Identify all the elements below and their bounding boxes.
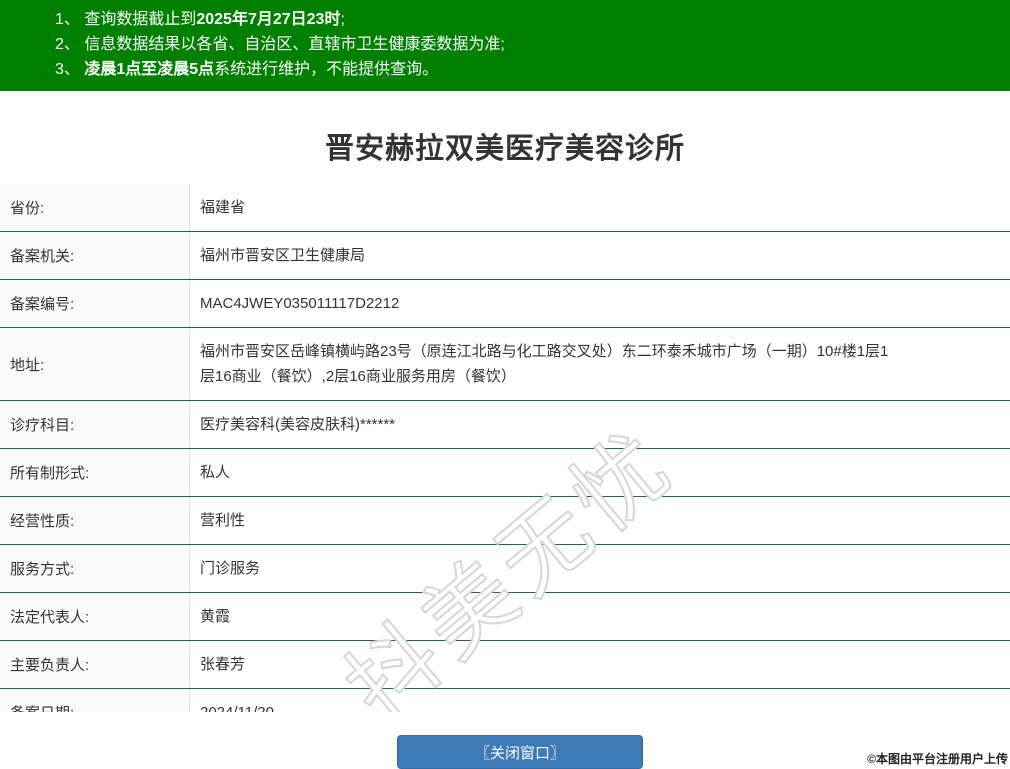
row-label: 备案编号: <box>0 280 190 327</box>
notice-line-1-text: 1、 查询数据截止到 <box>55 11 197 28</box>
row-value: 营利性 <box>200 512 246 529</box>
notice-line-1-suffix: ; <box>340 11 345 28</box>
row-value: 医疗美容科(美容皮肤科)****** <box>200 416 396 433</box>
row-label: 备案机关: <box>0 232 190 279</box>
notice-line-3-text: 3、 <box>55 61 85 78</box>
table-row-main-person-in-charge: 主要负责人: 张春芳 <box>0 641 1010 689</box>
notice-line-3-bold: 凌晨1点至凌晨5点 <box>84 61 215 78</box>
row-label: 备案日期: <box>0 689 190 712</box>
notice-line-2: 2、 信息数据结果以各省、自治区、直辖市卫生健康委数据为准; <box>55 32 1010 57</box>
row-label: 服务方式: <box>0 545 190 592</box>
table-row-treatment-subjects: 诊疗科目: 医疗美容科(美容皮肤科)****** <box>0 401 1010 449</box>
row-value: 福州市晋安区卫生健康局 <box>200 247 366 264</box>
notice-line-2-text: 2、 信息数据结果以各省、自治区、直辖市卫生健康委数据为准; <box>55 36 505 53</box>
row-label: 地址: <box>0 328 190 400</box>
row-value-line2: 层16商业（餐饮）,2层16商业服务用房（餐饮） <box>200 368 516 385</box>
row-label: 主要负责人: <box>0 641 190 688</box>
row-value: 福建省 <box>200 199 246 216</box>
row-label: 法定代表人: <box>0 593 190 640</box>
page-title: 晋安赫拉双美医疗美容诊所 <box>324 133 685 165</box>
table-row-filing-authority: 备案机关: 福州市晋安区卫生健康局 <box>0 232 1010 280</box>
table-row-legal-representative: 法定代表人: 黄霞 <box>0 593 1010 641</box>
row-value: 黄霞 <box>200 608 231 625</box>
row-value: 私人 <box>200 464 231 481</box>
row-value: 2024/11/20 <box>200 700 1010 712</box>
row-label: 所有制形式: <box>0 449 190 496</box>
info-table: 省份: 福建省 备案机关: 福州市晋安区卫生健康局 备案编号: MAC4JWEY… <box>0 184 1010 712</box>
row-label: 经营性质: <box>0 497 190 544</box>
copyright-watermark: ©本图由平台注册用户上传 <box>867 752 1008 766</box>
close-window-button[interactable]: 〖关闭窗口〗 <box>397 735 643 769</box>
table-row-address: 地址: 福州市晋安区岳峰镇横屿路23号（原连江北路与化工路交叉处）东二环泰禾城市… <box>0 328 1010 401</box>
row-value: 张春芳 <box>200 656 246 673</box>
notice-line-3-suffix: 系统进行维护，不能提供查询。 <box>214 61 439 78</box>
notice-line-1-bold: 2025年7月27日23时 <box>196 11 341 28</box>
row-value-line1: 福州市晋安区岳峰镇横屿路23号（原连江北路与化工路交叉处）东二环泰禾城市广场（一… <box>200 343 889 360</box>
table-row-ownership-form: 所有制形式: 私人 <box>0 449 1010 497</box>
notice-banner: 1、 查询数据截止到2025年7月27日23时; 2、 信息数据结果以各省、自治… <box>0 0 1010 91</box>
row-label: 省份: <box>0 184 190 231</box>
row-value: MAC4JWEY035011117D2212 <box>200 295 400 312</box>
row-label: 诊疗科目: <box>0 401 190 448</box>
notice-line-1: 1、 查询数据截止到2025年7月27日23时; <box>55 7 1010 32</box>
table-row-filing-date: 备案日期: 2024/11/20 <box>0 689 1010 712</box>
table-row-service-mode: 服务方式: 门诊服务 <box>0 545 1010 593</box>
table-row-province: 省份: 福建省 <box>0 184 1010 232</box>
row-value: 门诊服务 <box>200 560 261 577</box>
table-row-business-nature: 经营性质: 营利性 <box>0 497 1010 545</box>
notice-line-3: 3、 凌晨1点至凌晨5点系统进行维护，不能提供查询。 <box>55 57 1010 82</box>
table-row-filing-number: 备案编号: MAC4JWEY035011117D2212 <box>0 280 1010 328</box>
